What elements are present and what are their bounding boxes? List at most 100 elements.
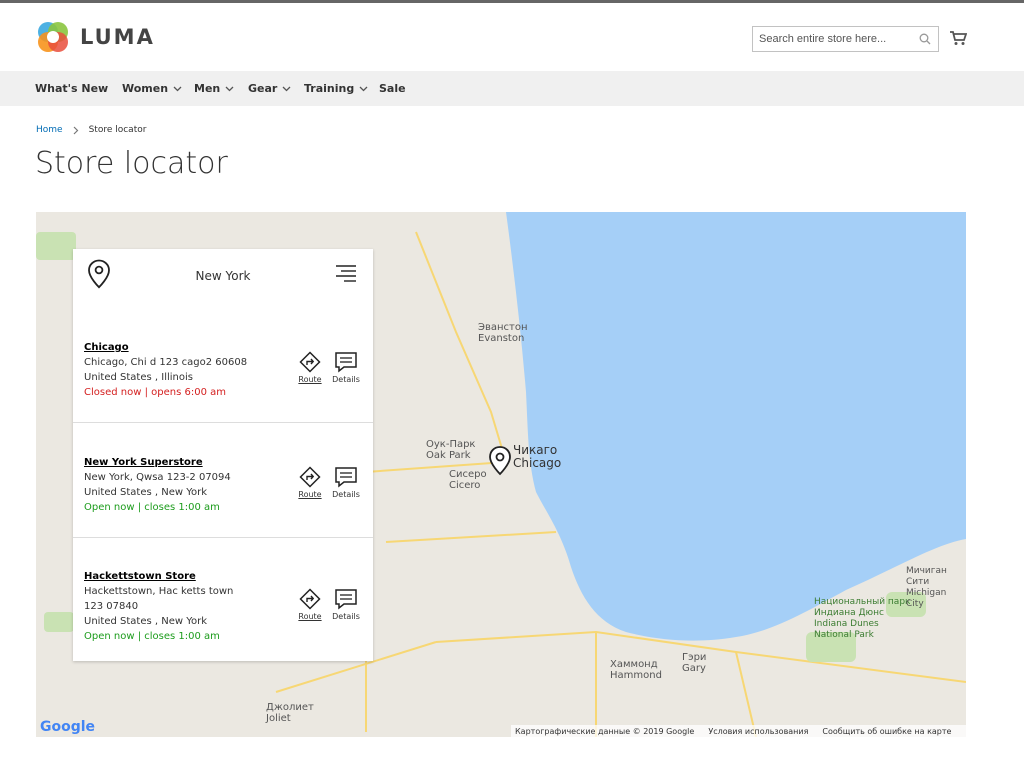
details-button[interactable]: Details <box>329 351 363 384</box>
store-address-line3: United States , New York <box>84 616 208 627</box>
details-icon <box>335 589 357 610</box>
nav-item-men[interactable]: Men <box>194 82 234 95</box>
route-icon <box>299 351 321 373</box>
route-label: Route <box>298 375 322 384</box>
map-label-cicero: Сисеро Cicero <box>449 469 487 491</box>
chevron-down-icon <box>282 86 291 91</box>
nav-label: What's New <box>35 82 109 95</box>
details-icon <box>335 352 357 373</box>
nav-label: Gear <box>248 82 278 95</box>
store-info: Hackettstown Store Hackettstown, Hac ket… <box>84 569 233 644</box>
nav-item-women[interactable]: Women <box>122 82 182 95</box>
route-icon <box>299 466 321 488</box>
store-address-line3: United States , Illinois <box>84 372 193 383</box>
search-icon[interactable] <box>919 33 931 45</box>
google-logo: Google <box>40 719 95 735</box>
map-attribution: Картографические данные © 2019 Google Ус… <box>511 725 966 737</box>
map-label-ru: Чикаго <box>513 443 558 457</box>
luma-logo[interactable] <box>36 20 70 54</box>
store-item[interactable]: New York Superstore New York, Qwsa 123-2… <box>73 422 373 537</box>
map-label-en: Michigan City <box>906 588 947 609</box>
nav-item-whats-new[interactable]: What's New <box>35 82 108 95</box>
store-status: Open now | closes 1:00 am <box>84 631 220 642</box>
nav-label: Sale <box>379 82 406 95</box>
map-label-ru: Джолиет <box>266 702 314 713</box>
store-address-line1: New York, Qwsa 123-2 07094 <box>84 472 231 483</box>
nav-item-sale[interactable]: Sale <box>379 82 406 95</box>
terms-link[interactable]: Условия использования <box>708 727 808 736</box>
details-button[interactable]: Details <box>329 588 363 621</box>
chevron-down-icon <box>173 86 182 91</box>
chevron-right-icon <box>73 126 78 134</box>
map-label-evanston: Эванстон Evanston <box>478 322 528 344</box>
store-address-line1: Chicago, Chi d 123 cago2 60608 <box>84 357 248 368</box>
map-label-en: Hammond <box>610 670 662 681</box>
breadcrumb: Home Store locator <box>36 125 146 135</box>
header: LUMA <box>0 3 1024 71</box>
store-list-panel: New York Chicago Chicago, Chi d 123 cago… <box>73 249 373 661</box>
store-info: Chicago Chicago, Chi d 123 cago2 60608 U… <box>84 340 247 400</box>
map-label-chicago: Чикаго Chicago <box>513 444 561 470</box>
route-button[interactable]: Route <box>295 466 325 499</box>
google-logo-text: Google <box>40 719 96 735</box>
route-button[interactable]: Route <box>295 351 325 384</box>
details-icon <box>335 467 357 488</box>
route-button[interactable]: Route <box>295 588 325 621</box>
map-label-oak-park: Оук-Парк Oak Park <box>426 439 475 461</box>
store-address-line2: 123 07840 <box>84 601 139 612</box>
store-item[interactable]: Chicago Chicago, Chi d 123 cago2 60608 U… <box>73 309 373 424</box>
nav-label: Women <box>122 82 169 95</box>
map-label-en: Indiana Dunes National Park <box>814 619 879 640</box>
store-name[interactable]: Chicago <box>84 340 247 355</box>
brand-name[interactable]: LUMA <box>80 25 155 49</box>
map-label-ru: Эванстон <box>478 322 528 333</box>
map-label-ru: Национальный парк Индиана Дюнс <box>814 597 911 618</box>
map-label-michigan-city: Мичиган Сити Michigan City <box>906 566 966 610</box>
details-button[interactable]: Details <box>329 466 363 499</box>
nav-label: Training <box>304 82 355 95</box>
breadcrumb-current: Store locator <box>88 125 147 135</box>
store-name[interactable]: Hackettstown Store <box>84 569 233 584</box>
store-info: New York Superstore New York, Qwsa 123-2… <box>84 455 231 515</box>
map-label-hammond: Хаммонд Hammond <box>610 659 662 681</box>
details-label: Details <box>332 612 360 621</box>
store-item[interactable]: Hackettstown Store Hackettstown, Hac ket… <box>73 537 373 661</box>
map-label-en: Joliet <box>266 713 291 724</box>
panel-city: New York <box>195 269 251 283</box>
map-label-indiana-dunes: Национальный парк Индиана Дюнс Indiana Du… <box>814 597 914 641</box>
map-data-credit: Картографические данные © 2019 Google <box>515 726 695 736</box>
search-box <box>752 26 939 52</box>
route-label: Route <box>298 490 322 499</box>
store-address-line1: Hackettstown, Hac ketts town <box>84 586 234 597</box>
store-address-line3: United States , New York <box>84 487 208 498</box>
map-label-en: Evanston <box>478 333 525 344</box>
nav-item-gear[interactable]: Gear <box>248 82 291 95</box>
store-status: Open now | closes 1:00 am <box>84 502 220 513</box>
route-label: Route <box>298 612 322 621</box>
cart-icon[interactable] <box>949 30 967 46</box>
map-label-ru: Оук-Парк <box>426 439 476 450</box>
main-nav: What's New Women Men Gear Training Sale <box>0 71 1024 106</box>
map-label-en: Chicago <box>513 456 562 470</box>
panel-header: New York <box>73 249 373 309</box>
chevron-down-icon <box>225 86 234 91</box>
details-label: Details <box>332 375 360 384</box>
map-label-ru: Мичиган Сити <box>906 566 947 587</box>
page-title: Store locator <box>35 146 228 181</box>
chevron-down-icon <box>359 86 368 91</box>
map-label-en: Oak Park <box>426 450 471 461</box>
map-label-en: Cicero <box>449 480 481 491</box>
store-status: Closed now | opens 6:00 am <box>84 387 226 398</box>
route-icon <box>299 588 321 610</box>
map-pin-icon[interactable] <box>488 446 512 476</box>
map-label-ru: Сисеро <box>449 469 487 480</box>
search-input[interactable] <box>753 27 913 51</box>
map-label-en: Gary <box>682 663 706 674</box>
breadcrumb-home[interactable]: Home <box>36 125 63 135</box>
store-name[interactable]: New York Superstore <box>84 455 231 470</box>
filter-menu-icon[interactable] <box>335 264 357 284</box>
report-error-link[interactable]: Сообщить об ошибке на карте <box>822 727 951 736</box>
nav-item-training[interactable]: Training <box>304 82 368 95</box>
nav-label: Men <box>194 82 221 95</box>
map-label-ru: Гэри <box>682 652 707 663</box>
